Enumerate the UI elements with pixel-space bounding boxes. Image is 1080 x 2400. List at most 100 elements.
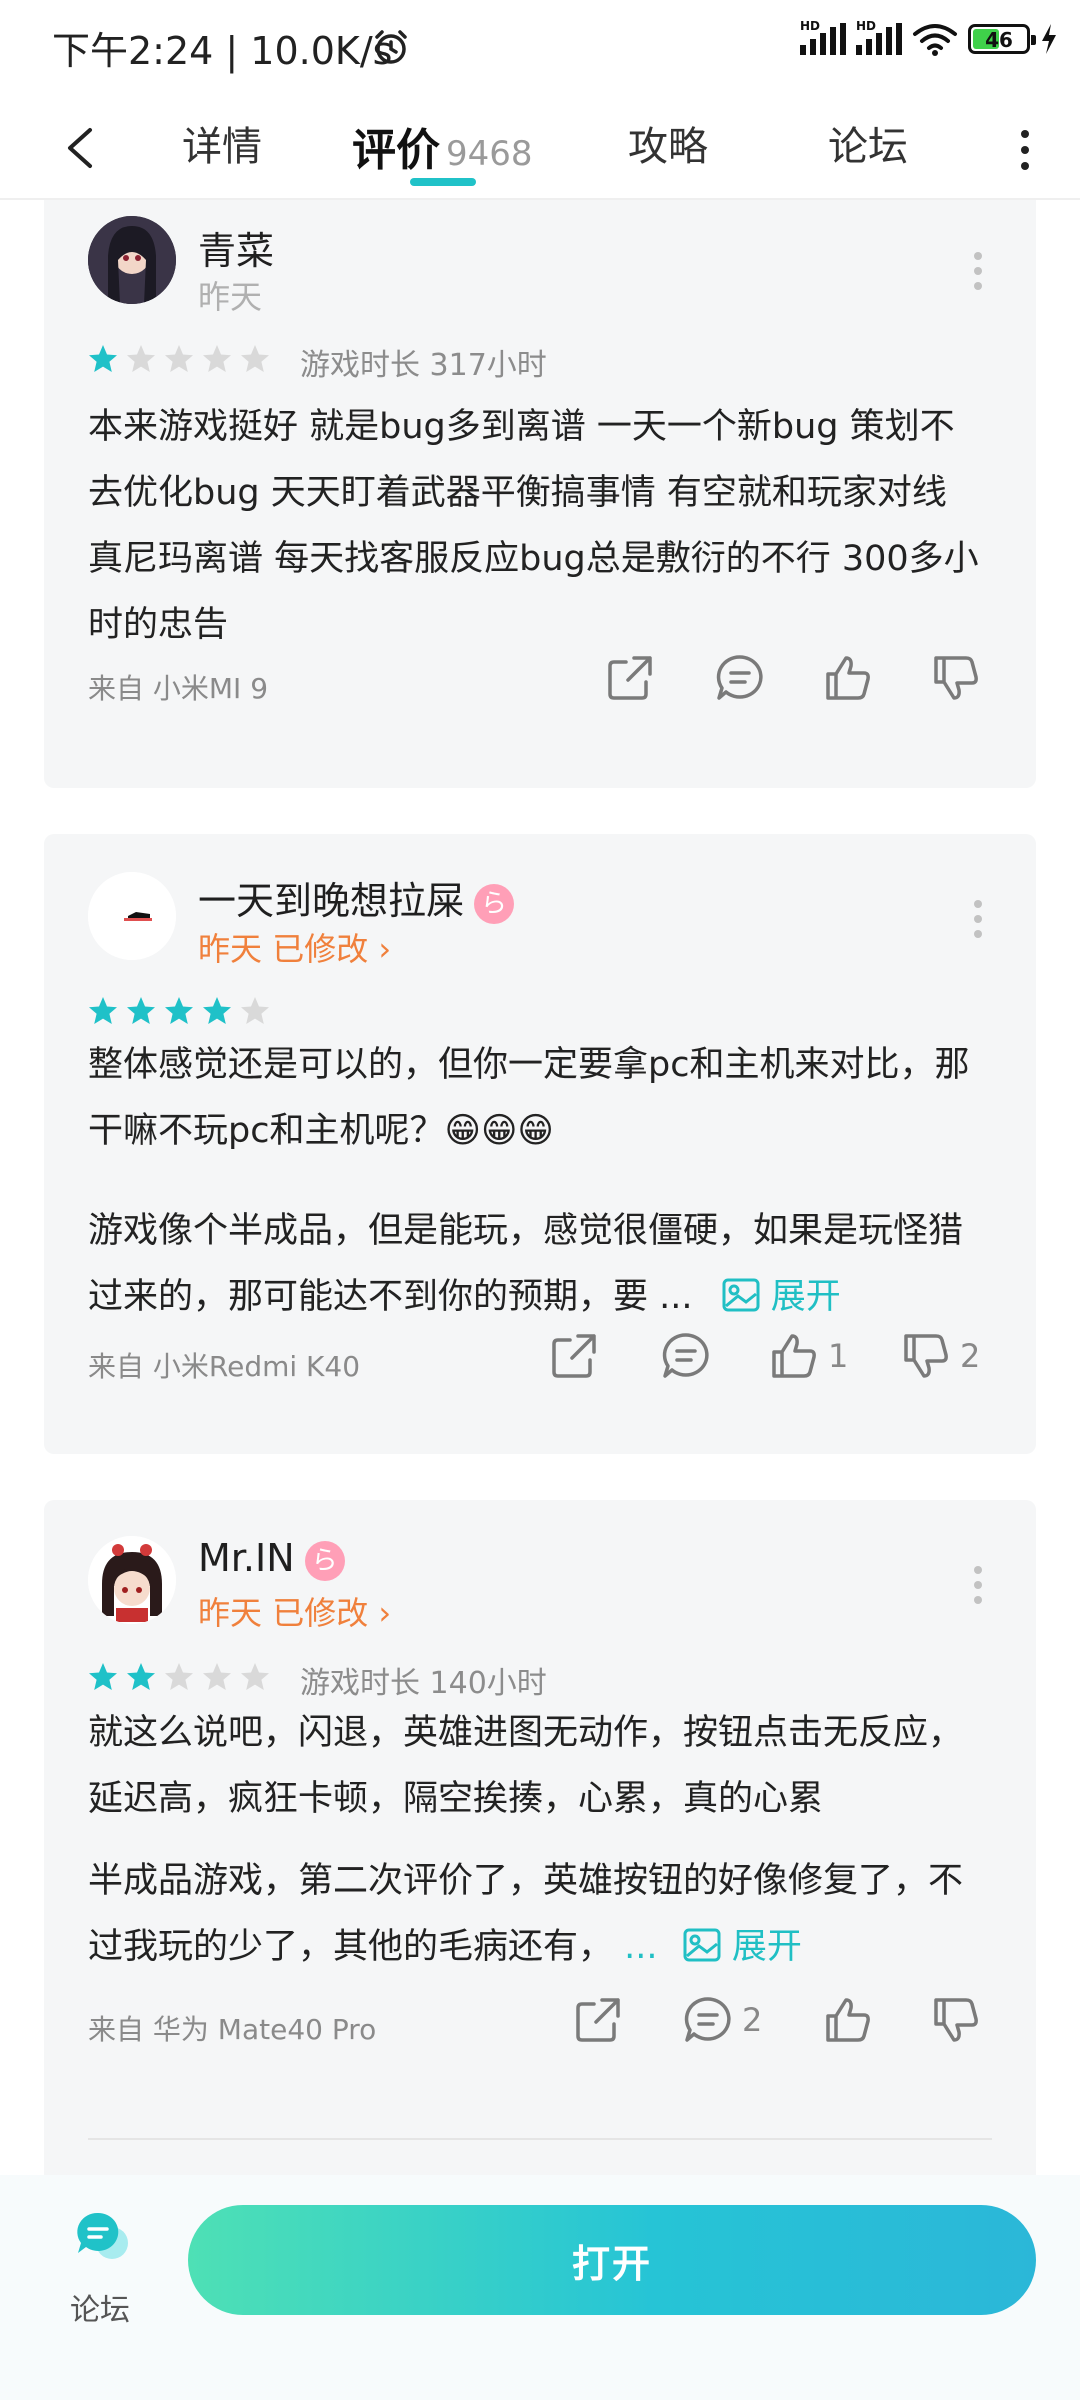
- wifi-icon: [913, 24, 957, 56]
- share-button[interactable]: [604, 652, 656, 704]
- open-app-button[interactable]: 打开: [188, 2205, 1036, 2315]
- avatar[interactable]: [88, 1536, 176, 1624]
- like-button[interactable]: [822, 652, 882, 704]
- like-button[interactable]: [822, 1994, 882, 2046]
- dislike-button[interactable]: [930, 1994, 990, 2046]
- share-button[interactable]: [572, 1994, 624, 2046]
- review-date: 昨天: [198, 278, 263, 316]
- edited-link[interactable]: 已修改 ›: [272, 1594, 391, 1632]
- star-icon: [89, 345, 117, 372]
- avatar-image: [88, 872, 176, 960]
- avatar[interactable]: [88, 872, 176, 960]
- expand-link[interactable]: 展开: [732, 1927, 802, 1967]
- forum-chat-icon[interactable]: [72, 2207, 132, 2267]
- review-card: 青菜 昨天 游戏时长 317小时 本来游戏挺好 就是bug多到离谱 一天一个新b…: [44, 200, 1036, 788]
- thumbs-down-icon: [934, 656, 978, 700]
- star-icon: [203, 345, 231, 372]
- level-badge-icon: ら: [474, 883, 515, 924]
- back-arrow-icon[interactable]: [54, 118, 114, 178]
- share-icon: [608, 656, 652, 700]
- expand-link[interactable]: 展开: [771, 1277, 841, 1317]
- signal-hd-label: HD: [800, 19, 821, 33]
- review-text[interactable]: 本来游戏挺好 就是bug多到离谱 一天一个新bug 策划不去优化bug 天天盯着…: [88, 394, 988, 658]
- review-menu-icon[interactable]: [974, 1566, 982, 1604]
- tab-forum[interactable]: 论坛: [828, 114, 908, 172]
- signal-icon: HD: [800, 19, 846, 55]
- status-bar: 下午2:24 | 10.0K/s HD HD 46: [0, 0, 1080, 96]
- avatar-image: [88, 216, 176, 304]
- star-icon: [241, 1663, 269, 1690]
- charging-icon: [1042, 24, 1056, 54]
- comment-icon: [684, 1997, 731, 2042]
- share-icon: [576, 1998, 620, 2042]
- tab-details[interactable]: 详情: [182, 114, 262, 172]
- star-icon: [241, 345, 269, 372]
- dislike-count: 2: [960, 1337, 981, 1375]
- thumbs-down-icon: [904, 1334, 948, 1378]
- divider: [88, 2138, 992, 2140]
- star-icon: [165, 997, 193, 1024]
- signal-hd-label-2: HD: [856, 19, 877, 33]
- username[interactable]: 一天到晚想拉屎: [198, 879, 464, 923]
- tab-details-label: 详情: [182, 124, 262, 170]
- battery-level: 46: [985, 28, 1013, 52]
- review-text-more[interactable]: 游戏像个半成品，但是能玩，感觉很僵硬，如果是玩怪猎过来的，那可能达不到你的预期，…: [88, 1198, 988, 1330]
- review-card: Mr.IN ら 昨天 已修改 › 游戏时长 140小时 就这么说吧，闪退，英雄进图…: [44, 1500, 1036, 2175]
- star-icon: [89, 997, 117, 1024]
- status-time: 下午2:24 | 10.0K/s: [52, 29, 393, 73]
- like-button[interactable]: 1: [768, 1330, 848, 1382]
- dislike-button[interactable]: [930, 652, 990, 704]
- tab-guides-label: 攻略: [628, 124, 708, 170]
- share-icon: [552, 1334, 596, 1378]
- bottom-bar: 论坛 打开: [0, 2175, 1080, 2400]
- review-text[interactable]: 整体感觉还是可以的，但你一定要拿pc和主机来对比，那干嘛不玩pc和主机呢？😁😁😁: [88, 1032, 988, 1164]
- star-icon: [203, 1663, 231, 1690]
- image-icon: [722, 1278, 760, 1312]
- tab-reviews-label: 评价: [352, 125, 440, 176]
- playtime: 游戏时长 317小时: [300, 348, 547, 383]
- top-nav: 详情 评价 9468 攻略 论坛: [0, 96, 1080, 200]
- battery-icon: 46: [968, 24, 1036, 54]
- edited-link[interactable]: 已修改 ›: [272, 930, 391, 968]
- signal-icon-2: HD: [856, 19, 902, 55]
- star-icon: [127, 997, 155, 1024]
- like-count: 1: [828, 1337, 849, 1375]
- review-date-row: 昨天 已修改 ›: [198, 1588, 391, 1634]
- username[interactable]: Mr.IN: [198, 1536, 295, 1580]
- ellipsis: ...: [613, 1927, 658, 1967]
- star-icon: [241, 997, 269, 1024]
- comment-icon: [716, 655, 763, 700]
- comment-button[interactable]: [714, 652, 774, 704]
- level-badge-icon: ら: [304, 1540, 345, 1581]
- avatar[interactable]: [88, 216, 176, 304]
- thumbs-down-icon: [934, 1998, 978, 2042]
- comment-icon: [662, 1333, 709, 1378]
- comment-count: 2: [742, 2001, 763, 2039]
- review-date-row: 昨天 已修改 ›: [198, 924, 391, 970]
- tab-forum-label: 论坛: [828, 124, 908, 170]
- dislike-button[interactable]: 2: [900, 1330, 980, 1382]
- review-text-more[interactable]: 半成品游戏，第二次评价了，英雄按钮的好像修复了，不过我玩的少了，其他的毛病还有，…: [88, 1848, 988, 1980]
- tab-guides[interactable]: 攻略: [628, 114, 708, 172]
- review-text[interactable]: 就这么说吧，闪退，英雄进图无动作，按钮点击无反应，延迟高，疯狂卡顿，隔空挨揍，心…: [88, 1700, 988, 1832]
- comment-button[interactable]: 2: [682, 1994, 762, 2046]
- username-row: Mr.IN ら: [198, 1536, 345, 1581]
- star-icon: [165, 345, 193, 372]
- thumbs-up-icon: [826, 1998, 870, 2042]
- more-options-icon[interactable]: [1010, 120, 1040, 180]
- username[interactable]: 青菜: [198, 220, 274, 275]
- star-icon: [127, 345, 155, 372]
- device-source: 来自 小米MI 9: [88, 672, 269, 705]
- thumbs-up-icon: [826, 656, 870, 700]
- star-rating: [88, 996, 270, 1026]
- star-icon: [89, 1663, 117, 1690]
- username-row: 一天到晚想拉屎ら: [198, 870, 515, 925]
- comment-button[interactable]: [660, 1330, 720, 1382]
- star-rating: [88, 344, 270, 374]
- review-menu-icon[interactable]: [974, 252, 982, 290]
- forum-label[interactable]: 论坛: [70, 2285, 130, 2329]
- review-menu-icon[interactable]: [974, 900, 982, 938]
- tab-reviews[interactable]: 评价 9468: [352, 114, 533, 178]
- playtime: 游戏时长 140小时: [300, 1666, 547, 1701]
- share-button[interactable]: [548, 1330, 600, 1382]
